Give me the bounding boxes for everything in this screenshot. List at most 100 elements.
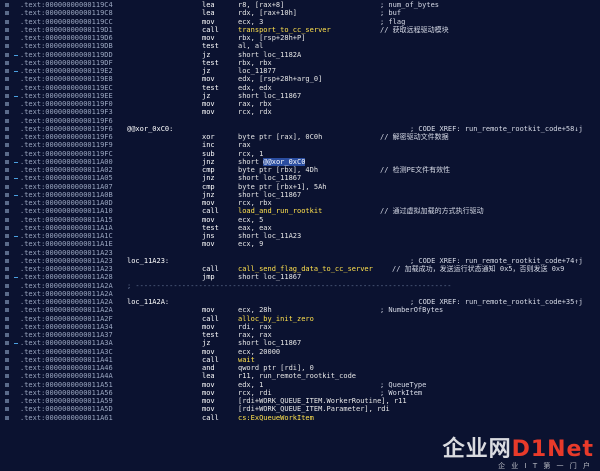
code-label[interactable]: loc_11A23:	[127, 257, 169, 265]
address: .text:0000000000011A5D	[20, 405, 113, 414]
code-line[interactable]: .text:00000000000119DB test al, al	[0, 42, 600, 50]
code-line[interactable]: .text:0000000000011A5D mov [rdi+WORK_QUEUE…	[0, 405, 600, 413]
mnemonic: mov	[202, 388, 215, 397]
code-line[interactable]: .text:00000000000119D6 mov rbx, [rsp+28h+P…	[0, 34, 600, 42]
code-line[interactable]: .text:0000000000011A23	[0, 249, 600, 257]
code-line[interactable]: .text:0000000000011A3A jz short loc_11867	[0, 339, 600, 347]
operand: al, al	[238, 42, 264, 51]
operand[interactable]: cs:ExQueueWorkItem	[238, 414, 314, 422]
operand: short loc_11867	[238, 174, 302, 183]
code-line[interactable]: .text:0000000000011A41 call wait	[0, 356, 600, 364]
operand: rcx, 1	[238, 149, 264, 158]
code-line[interactable]: .text:0000000000011A2F call alloc_by_init_…	[0, 315, 600, 323]
code-line[interactable]: .text:00000000000119EE jz short loc_11867	[0, 92, 600, 100]
mnemonic: test	[202, 58, 219, 67]
mnemonic: inc	[202, 141, 215, 150]
disassembly-view: .text:00000000000119C4 lea r8, [rax+8] ; nu…	[0, 0, 600, 471]
code-line[interactable]: .text:0000000000011A46 and qword ptr [rdi]…	[0, 364, 600, 372]
comment: // 通过虚拟加载的方式执行驱动	[380, 207, 484, 216]
code-line[interactable]: .text:0000000000011A61 call cs:ExQueueWork…	[0, 414, 600, 422]
code-line[interactable]: .text:0000000000011A2A loc_11A2A: ; CODE X…	[0, 298, 600, 306]
code-line[interactable]: .text:00000000000119E8 mov edx, [rsp+28h+a…	[0, 75, 600, 83]
operand: [rdi+WORK_QUEUE_ITEM.Parameter], rdi	[238, 405, 390, 414]
code-line[interactable]: .text:0000000000011A2A ; ----------------…	[0, 282, 600, 290]
code-label[interactable]: loc_11A2A:	[127, 298, 169, 306]
code-line[interactable]: .text:0000000000011A1C jns short loc_11A23	[0, 232, 600, 240]
address: .text:0000000000011A0B	[20, 190, 113, 199]
operand: ecx, 20000	[238, 347, 281, 356]
address: .text:0000000000011A23	[20, 265, 113, 273]
label-highlight[interactable]: @@xor_0xC0	[263, 157, 306, 166]
code-line[interactable]: .text:0000000000011A15 mov ecx, 5	[0, 216, 600, 224]
address: .text:0000000000011A3A	[20, 339, 113, 348]
operand[interactable]: call_send_flag_data_to_cc_server	[238, 265, 373, 273]
comment: ; buf	[380, 9, 402, 18]
code-line[interactable]: .text:0000000000011A07 cmp byte ptr [rbx+1…	[0, 183, 600, 191]
operand: rax	[238, 141, 251, 150]
comment: ; QueueType	[380, 380, 427, 389]
code-line[interactable]: .text:0000000000011A00 jnz short @@xor_0xC…	[0, 157, 600, 166]
address: .text:0000000000011A1C	[20, 232, 113, 240]
code-line[interactable]: .text:0000000000011A4A lea r11, run_remote…	[0, 372, 600, 380]
code-line[interactable]: .text:00000000000119DF test rbx, rbx	[0, 59, 600, 67]
code-line[interactable]: .text:00000000000119C4 lea r8, [rax+8] ; nu…	[0, 1, 600, 9]
operand: edx, 1	[238, 380, 264, 389]
comment: ; CODE XREF: run_remote_rootkit_code+35↑…	[410, 298, 583, 306]
address: .text:00000000000119D6	[20, 34, 113, 42]
operand: rax, rax	[238, 331, 272, 339]
address: .text:00000000000119DF	[20, 58, 113, 67]
mnemonic: test	[202, 223, 219, 232]
address: .text:00000000000119F6	[20, 116, 113, 125]
code-line[interactable]: .text:0000000000011A10 call load_and_run_r…	[0, 207, 600, 215]
code-label[interactable]: @@xor_0xC0:	[127, 125, 173, 133]
operand[interactable]: transport_to_cc_server	[238, 26, 331, 34]
code-line[interactable]: .text:0000000000011A02 cmp byte ptr [rbx],…	[0, 166, 600, 174]
address: .text:00000000000119F6	[20, 124, 113, 133]
mnemonic: test	[202, 331, 219, 339]
address: .text:0000000000011A2A	[20, 306, 113, 315]
code-line[interactable]: .text:0000000000011A28 jmp short loc_11867	[0, 273, 600, 281]
code-line[interactable]: .text:00000000000119F6	[0, 117, 600, 125]
code-line[interactable]: .text:0000000000011A23 loc_11A23: ; CODE X…	[0, 257, 600, 265]
code-line[interactable]: .text:00000000000119C8 lea rdx, [rax+10h];…	[0, 9, 600, 17]
code-line[interactable]: .text:0000000000011A05 jnz short loc_11867	[0, 174, 600, 182]
address: .text:00000000000119F3	[20, 108, 113, 117]
code-line[interactable]: .text:00000000000119F6 @@xor_0xC0: ; CODE …	[0, 125, 600, 133]
address: .text:0000000000011A2F	[20, 314, 113, 323]
address: .text:0000000000011A41	[20, 355, 113, 364]
code-line[interactable]: .text:0000000000011A37 test rax, rax	[0, 331, 600, 339]
operand: short loc_11867	[238, 339, 302, 348]
operand[interactable]: alloc_by_init_zero	[238, 315, 314, 323]
address: .text:0000000000011A0D	[20, 199, 113, 207]
address: .text:00000000000119EE	[20, 91, 113, 100]
code-line[interactable]: .text:00000000000119DD jz short loc_1182A	[0, 51, 600, 59]
code-line[interactable]: .text:00000000000119E2 jz loc_11877	[0, 67, 600, 75]
code-line[interactable]: .text:0000000000011A2A	[0, 290, 600, 298]
mnemonic: mov	[202, 75, 215, 84]
code-line[interactable]: .text:00000000000119F9 inc rax	[0, 141, 600, 149]
mnemonic: mov	[202, 199, 215, 207]
address: .text:0000000000011A4A	[20, 372, 113, 381]
code-line[interactable]: .text:0000000000011A51 mov edx, 1 ; QueueTy…	[0, 381, 600, 389]
code-line[interactable]: .text:0000000000011A1A test eax, eax	[0, 224, 600, 232]
code-line[interactable]: .text:0000000000011A1E mov ecx, 9	[0, 240, 600, 248]
code-line[interactable]: .text:00000000000119CC mov ecx, 3 ; flag	[0, 18, 600, 26]
operand[interactable]: load_and_run_rootkit	[238, 207, 322, 215]
operand: short loc_11A23	[238, 232, 302, 240]
code-line[interactable]: .text:00000000000119F3 mov rcx, rdx	[0, 108, 600, 116]
code-line[interactable]: .text:00000000000119F6 xor byte ptr [rax],…	[0, 133, 600, 141]
operand[interactable]: wait	[238, 356, 255, 364]
code-line[interactable]: .text:00000000000119FC sub rcx, 1	[0, 150, 600, 158]
code-line[interactable]: .text:00000000000119D1 call transport_to_c…	[0, 26, 600, 34]
code-line[interactable]: .text:00000000000119EC test edx, edx	[0, 84, 600, 92]
address: .text:00000000000119CC	[20, 17, 113, 26]
code-line[interactable]: .text:00000000000119F0 mov rax, rbx	[0, 100, 600, 108]
code-line[interactable]: .text:0000000000011A23 call call_send_flag…	[0, 265, 600, 273]
code-line[interactable]: .text:0000000000011A0B jnz short loc_11867	[0, 191, 600, 199]
code-line[interactable]: .text:0000000000011A2A mov ecx, 28h ; Numbe…	[0, 306, 600, 314]
code-line[interactable]: .text:0000000000011A56 mov rcx, rdi ; WorkI…	[0, 389, 600, 397]
code-line[interactable]: .text:0000000000011A0D mov rcx, rbx	[0, 199, 600, 207]
code-line[interactable]: .text:0000000000011A3C mov ecx, 20000	[0, 348, 600, 356]
code-line[interactable]: .text:0000000000011A59 mov [rdi+WORK_QUEUE…	[0, 397, 600, 405]
code-line[interactable]: .text:0000000000011A34 mov rdi, rax	[0, 323, 600, 331]
